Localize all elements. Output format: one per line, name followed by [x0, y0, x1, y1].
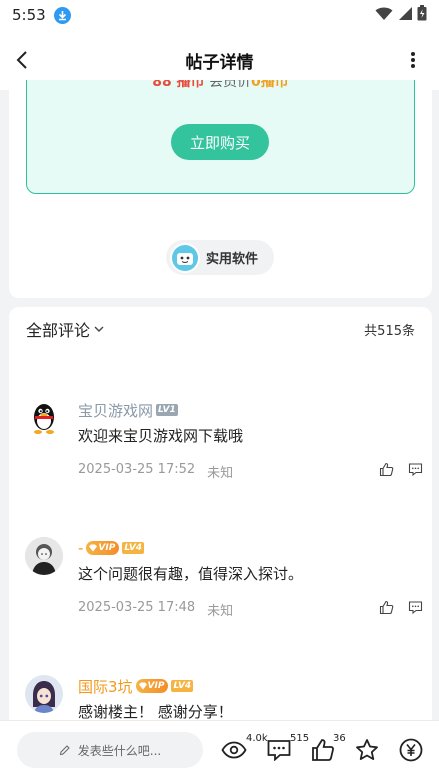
vip-badge: VIP — [135, 679, 169, 693]
vip-badge: VIP — [86, 541, 120, 555]
comment-compose-input[interactable]: 发表些什么吧... — [17, 732, 203, 768]
comment-text: 感谢楼主！ 感谢分享！ — [78, 703, 233, 721]
download-icon — [53, 6, 71, 24]
like-icon[interactable] — [379, 462, 394, 481]
comment-date: 2025-03-25 17:48 — [78, 600, 196, 615]
comment-location: 未知 — [207, 466, 234, 481]
comments-section: 全部评论 共515条 宝贝游戏网 LV1 欢迎来宝贝游戏网下载哦 2025-03… — [9, 307, 432, 727]
star-icon[interactable] — [353, 736, 381, 764]
buy-now-button[interactable]: 立即购买 — [171, 124, 269, 160]
avatar[interactable] — [25, 399, 63, 437]
tip-coin-icon[interactable] — [397, 736, 425, 764]
pencil-icon — [59, 744, 70, 755]
category-tag[interactable]: 实用软件 — [166, 240, 274, 275]
vip-badge-label: VIP — [98, 543, 116, 553]
back-button[interactable] — [10, 48, 34, 72]
post-card: 88 播币 会员价0播币 立即购买 实用软件 — [9, 80, 432, 298]
price-original: 88 播币 — [152, 80, 205, 90]
price-member: 0播币 — [251, 80, 289, 90]
comment-author[interactable]: 宝贝游戏网 — [78, 400, 153, 421]
avatar[interactable] — [25, 537, 63, 575]
level-badge: LV1 — [156, 404, 178, 416]
comment-actions — [379, 462, 423, 481]
battery-icon — [417, 5, 427, 25]
comment-text: 这个问题很有趣，值得深入探讨。 — [78, 565, 304, 583]
compose-placeholder: 发表些什么吧... — [77, 743, 162, 758]
app-category-icon — [170, 242, 200, 273]
like-count: 36 — [333, 733, 346, 744]
comment-total: 515 — [290, 733, 310, 744]
reply-icon[interactable] — [408, 462, 423, 481]
price-text: 88 播币 会员价0播币 — [27, 80, 414, 91]
signal-icon — [397, 6, 413, 25]
status-bar: 5:53 — [0, 0, 439, 30]
chevron-down-icon — [94, 326, 104, 332]
comment-item: - VIP LV4 这个问题很有趣，值得深入探讨。 2025-03-25 17:… — [9, 537, 432, 647]
chevron-left-icon — [16, 51, 27, 69]
like-icon[interactable] — [379, 600, 394, 619]
user-avatar-image — [25, 537, 63, 575]
comment-author-row: 宝贝游戏网 LV1 — [78, 399, 178, 421]
level-badge: LV4 — [171, 680, 194, 692]
sort-selector[interactable]: 全部评论 — [26, 317, 90, 341]
comment-actions — [379, 600, 423, 619]
page-title: 帖子详情 — [185, 52, 254, 73]
comment-author[interactable]: - — [78, 539, 83, 557]
avatar[interactable] — [25, 675, 63, 713]
diamond-icon — [138, 682, 147, 690]
comments-header: 全部评论 共515条 — [26, 317, 415, 341]
comment-location: 未知 — [207, 604, 234, 619]
status-time: 5:53 — [12, 6, 46, 24]
qq-penguin-icon — [25, 399, 63, 437]
vip-badge-label: VIP — [147, 681, 165, 691]
reply-icon[interactable] — [408, 600, 423, 619]
comment-author-row: - VIP LV4 — [78, 537, 145, 559]
comment-meta: 2025-03-25 17:48 未知 — [78, 600, 233, 619]
bottom-action-bar: 发表些什么吧... 4.0k 515 36 — [0, 720, 439, 780]
category-tag-label: 实用软件 — [206, 252, 259, 267]
comment-item: 宝贝游戏网 LV1 欢迎来宝贝游戏网下载哦 2025-03-25 17:52 未… — [9, 399, 432, 509]
purchase-box: 88 播币 会员价0播币 立即购买 — [26, 80, 415, 194]
comment-meta: 2025-03-25 17:52 未知 — [78, 462, 233, 481]
wifi-icon — [375, 6, 393, 25]
eye-icon[interactable] — [220, 736, 248, 764]
user-avatar-image — [25, 675, 63, 713]
comment-count: 共515条 — [364, 323, 415, 339]
comment-icon[interactable] — [265, 736, 293, 764]
diamond-icon — [89, 544, 98, 552]
level-badge: LV4 — [122, 542, 145, 554]
comment-text: 欢迎来宝贝游戏网下载哦 — [78, 427, 244, 445]
comment-date: 2025-03-25 17:52 — [78, 462, 196, 477]
comment-author[interactable]: 国际3坑 — [78, 676, 133, 697]
more-vertical-icon — [411, 52, 415, 68]
more-button[interactable] — [401, 48, 425, 72]
comment-author-row: 国际3坑 VIP LV4 — [78, 675, 194, 697]
price-member-label: 会员价 — [204, 80, 252, 90]
